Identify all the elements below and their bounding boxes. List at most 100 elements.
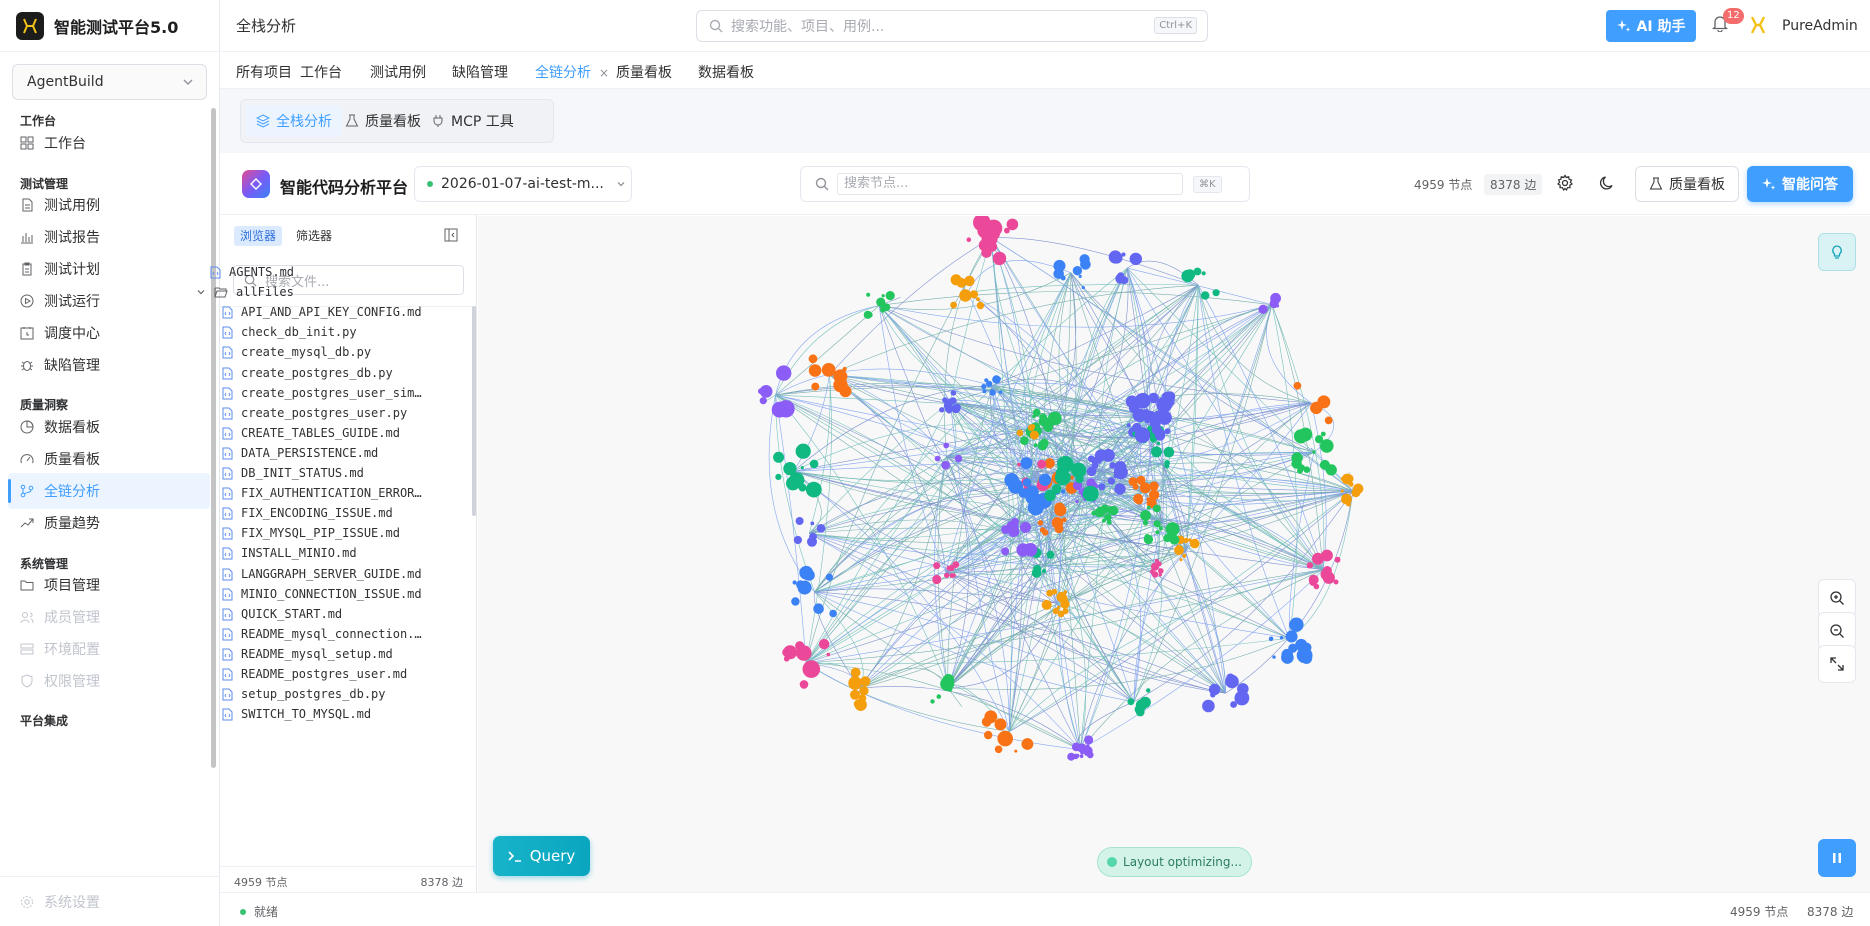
quality-board-button[interactable]: 质量看板 bbox=[1635, 166, 1739, 202]
query-label: Query bbox=[529, 847, 576, 865]
sidebar-item-quality-trend[interactable]: 质量趋势 bbox=[8, 505, 210, 541]
graph-node bbox=[1189, 538, 1200, 549]
pause-layout-button[interactable] bbox=[1818, 839, 1856, 877]
graph-node bbox=[1182, 553, 1187, 558]
query-button[interactable]: Query bbox=[493, 836, 590, 876]
graph-node bbox=[1025, 485, 1039, 499]
graph-node bbox=[1258, 304, 1268, 314]
repo-select[interactable]: 2026-01-07-ai-test-m... bbox=[414, 166, 632, 202]
graph-node bbox=[1127, 698, 1135, 706]
tab-fullchain-analysis[interactable]: 全链分析 × bbox=[535, 62, 609, 82]
graph-node bbox=[1164, 460, 1170, 466]
graph-node bbox=[932, 574, 942, 585]
folder-open-icon bbox=[214, 287, 228, 298]
graph-svg[interactable] bbox=[478, 216, 1870, 892]
sidebar-item-test-cases[interactable]: 测试用例 bbox=[8, 187, 210, 223]
tab-browser[interactable]: 浏览器 bbox=[234, 226, 283, 246]
graph-node bbox=[930, 699, 935, 704]
graph-node bbox=[1126, 423, 1131, 428]
sidebar-item-test-runs[interactable]: 测试运行 bbox=[8, 283, 210, 319]
sidebar-item-quality-board[interactable]: 质量看板 bbox=[8, 441, 210, 477]
sidebar-item-environments[interactable]: 环境配置 bbox=[8, 631, 210, 667]
graph-node bbox=[1291, 452, 1303, 464]
graph-node bbox=[829, 609, 837, 618]
search-shortcut: Ctrl+K bbox=[1154, 17, 1197, 34]
tab-defects[interactable]: 缺陷管理 bbox=[452, 62, 508, 82]
graph-node bbox=[1240, 688, 1248, 696]
ai-assistant-button[interactable]: AI 助手 bbox=[1606, 10, 1696, 42]
file-code-icon bbox=[222, 568, 233, 580]
graph-node bbox=[1149, 500, 1156, 506]
graph-node bbox=[1151, 446, 1162, 458]
sidebar-item-members[interactable]: 成员管理 bbox=[8, 599, 210, 635]
graph-node bbox=[981, 716, 992, 727]
sidebar-item-label: 质量看板 bbox=[44, 452, 100, 468]
segment-quality-board[interactable]: 质量看板 bbox=[335, 105, 431, 137]
node-search-input[interactable]: 搜索节点... ⌘K bbox=[800, 166, 1250, 202]
dark-mode-moon-icon[interactable] bbox=[1598, 174, 1616, 192]
file-row[interactable]: SWITCH_TO_MYSQL.md bbox=[222, 702, 371, 726]
sidebar-item-workbench[interactable]: 工作台 bbox=[8, 125, 210, 161]
tab-filter[interactable]: 筛选器 bbox=[296, 226, 332, 246]
graph-node bbox=[1017, 462, 1021, 467]
sidebar-item-data-board[interactable]: 数据看板 bbox=[8, 409, 210, 445]
graph-node bbox=[1346, 501, 1351, 507]
graph-node bbox=[1080, 750, 1085, 755]
graph-canvas[interactable] bbox=[478, 216, 1870, 892]
smart-qa-button[interactable]: 智能问答 bbox=[1747, 166, 1853, 202]
sidebar-item-test-plans[interactable]: 测试计划 bbox=[8, 251, 210, 287]
sidebar-item-system-settings[interactable]: 系统设置 bbox=[0, 876, 220, 926]
page-tabs: 所有项目 工作台 测试用例 缺陷管理 全链分析 × 质量看板 数据看板 bbox=[220, 52, 1870, 89]
graph-node bbox=[1101, 448, 1115, 462]
fit-view-button[interactable] bbox=[1818, 645, 1856, 683]
sidebar-item-fullchain-analysis[interactable]: 全链分析 bbox=[8, 473, 210, 509]
global-search-input[interactable]: 搜索功能、项目、用例... Ctrl+K bbox=[696, 10, 1208, 42]
graph-node bbox=[1156, 396, 1173, 413]
graph-node bbox=[933, 562, 941, 570]
file-tree-scrollbar[interactable] bbox=[472, 306, 476, 516]
segment-fullstack[interactable]: 全栈分析 bbox=[246, 105, 342, 137]
graph-node bbox=[1032, 414, 1036, 419]
tab-all-projects[interactable]: 所有项目 bbox=[236, 62, 292, 82]
file-code-icon bbox=[222, 467, 233, 479]
tab-quality-board[interactable]: 质量看板 bbox=[616, 62, 672, 82]
zoom-in-icon bbox=[1830, 591, 1844, 605]
graph-node bbox=[1140, 510, 1151, 521]
server-icon bbox=[20, 643, 34, 655]
sidebar-item-projects[interactable]: 项目管理 bbox=[8, 567, 210, 603]
tab-test-cases[interactable]: 测试用例 bbox=[370, 62, 426, 82]
segment-mcp-tools[interactable]: MCP 工具 bbox=[421, 105, 524, 137]
graph-node bbox=[1148, 489, 1160, 501]
graph-node bbox=[1020, 521, 1031, 533]
sidebar-item-defects[interactable]: 缺陷管理 bbox=[8, 347, 210, 383]
user-name[interactable]: PureAdmin bbox=[1782, 18, 1858, 34]
graph-node bbox=[848, 676, 862, 690]
git-branch-icon bbox=[20, 484, 34, 498]
flask-icon bbox=[345, 114, 359, 127]
hint-lightbulb-icon[interactable] bbox=[1818, 233, 1856, 271]
file-name: FIX_AUTHENTICATION_ERROR… bbox=[241, 486, 422, 500]
graph-node bbox=[796, 580, 805, 589]
tab-data-board[interactable]: 数据看板 bbox=[698, 62, 754, 82]
sidebar-scrollbar[interactable] bbox=[211, 108, 216, 768]
graph-node bbox=[1031, 568, 1042, 578]
file-name: DB_INIT_STATUS.md bbox=[241, 466, 364, 480]
graph-node bbox=[818, 638, 830, 650]
collapse-panel-icon[interactable] bbox=[444, 228, 458, 242]
tab-close-icon[interactable]: × bbox=[599, 66, 609, 80]
graph-node bbox=[1086, 751, 1094, 759]
settings-gear-icon[interactable] bbox=[1556, 174, 1574, 192]
sidebar-item-test-reports[interactable]: 测试报告 bbox=[8, 219, 210, 255]
search-icon bbox=[709, 19, 723, 33]
sidebar-item-permissions[interactable]: 权限管理 bbox=[8, 663, 210, 699]
graph-node bbox=[1155, 530, 1160, 535]
graph-node bbox=[1230, 701, 1237, 708]
project-select[interactable]: AgentBuild bbox=[12, 64, 207, 100]
graph-node bbox=[950, 390, 957, 396]
user-avatar-icon[interactable] bbox=[1747, 14, 1769, 36]
tab-workbench[interactable]: 工作台 bbox=[300, 62, 342, 82]
sidebar-item-scheduler[interactable]: 调度中心 bbox=[8, 315, 210, 351]
file-name: create_postgres_db.py bbox=[241, 366, 393, 380]
graph-node bbox=[1107, 506, 1116, 515]
node-search-field[interactable]: 搜索节点... bbox=[837, 173, 1183, 195]
